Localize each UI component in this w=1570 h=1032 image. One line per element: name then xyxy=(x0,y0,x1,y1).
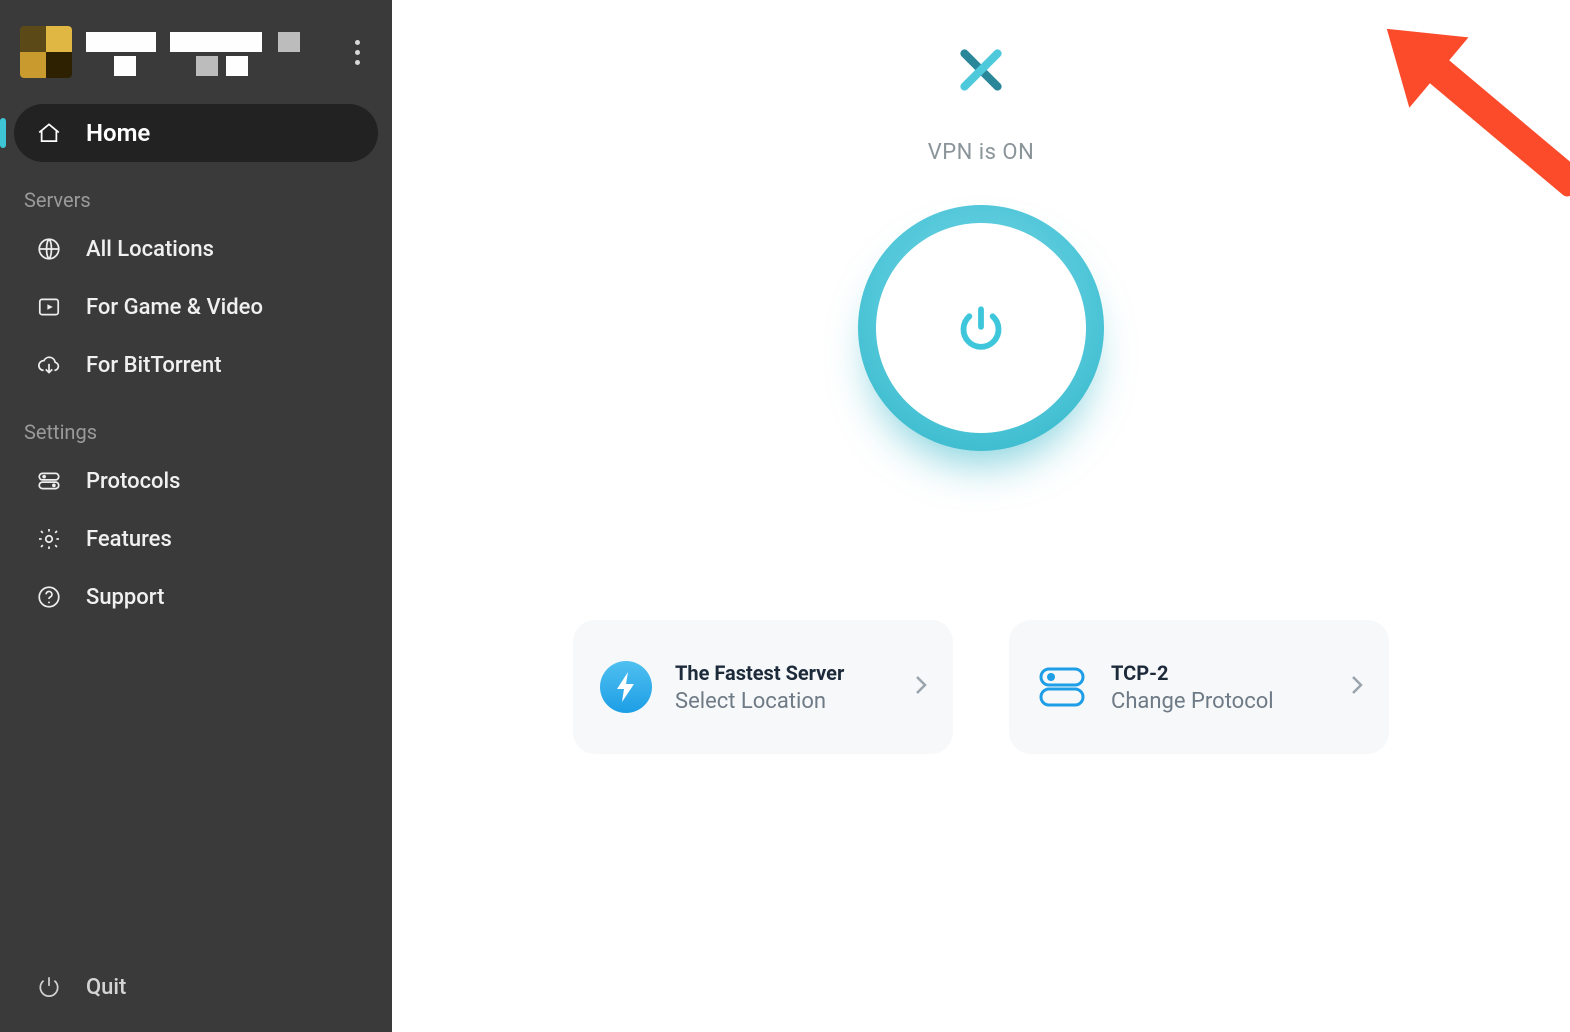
section-label-servers: Servers xyxy=(0,162,392,220)
protocol-card-title: TCP-2 xyxy=(1111,661,1274,685)
home-icon xyxy=(36,120,62,146)
account-name-redacted xyxy=(86,32,342,72)
gear-icon xyxy=(36,526,62,552)
bolt-icon xyxy=(599,660,653,714)
sidebar-item-label: Support xyxy=(86,585,164,610)
sidebar-item-quit[interactable]: Quit xyxy=(0,952,392,1022)
annotation-arrow xyxy=(1407,41,1570,199)
avatar xyxy=(20,26,72,78)
chevron-right-icon xyxy=(1351,675,1363,699)
location-card-subtitle: Select Location xyxy=(675,689,844,714)
account-menu-button[interactable] xyxy=(342,32,372,72)
sidebar-item-label: Quit xyxy=(86,975,126,1000)
power-icon xyxy=(36,974,62,1000)
sidebar-item-features[interactable]: Features xyxy=(0,510,392,568)
section-label-settings: Settings xyxy=(0,394,392,452)
location-card-title: The Fastest Server xyxy=(675,661,844,685)
sidebar-item-label: For BitTorrent xyxy=(86,353,222,378)
sidebar-item-bittorrent[interactable]: For BitTorrent xyxy=(0,336,392,394)
sidebar-item-support[interactable]: Support xyxy=(0,568,392,626)
app-logo xyxy=(959,48,1003,92)
sidebar-item-label: Features xyxy=(86,527,172,552)
globe-icon xyxy=(36,236,62,262)
sidebar-item-protocols[interactable]: Protocols xyxy=(0,452,392,510)
sidebar-item-label: Protocols xyxy=(86,469,180,494)
toggle-icon xyxy=(1035,660,1089,714)
account-header[interactable] xyxy=(0,0,392,104)
sidebar-item-game-video[interactable]: For Game & Video xyxy=(0,278,392,336)
help-icon xyxy=(36,584,62,610)
sidebar-item-home[interactable]: Home xyxy=(14,104,378,162)
power-icon xyxy=(876,223,1086,433)
chevron-right-icon xyxy=(915,675,927,699)
protocol-card-subtitle: Change Protocol xyxy=(1111,689,1274,714)
quick-cards-row: The Fastest Server Select Location TCP-2… xyxy=(392,620,1570,754)
cloud-download-icon xyxy=(36,352,62,378)
sidebar-item-label: All Locations xyxy=(86,237,214,262)
play-rect-icon xyxy=(36,294,62,320)
vpn-toggle-button[interactable] xyxy=(858,205,1104,451)
vpn-status-text: VPN is ON xyxy=(928,140,1035,165)
sidebar-item-label: For Game & Video xyxy=(86,295,263,320)
switches-icon xyxy=(36,468,62,494)
select-location-card[interactable]: The Fastest Server Select Location xyxy=(573,620,953,754)
sidebar: Home Servers All Locations For Game & Vi… xyxy=(0,0,392,1032)
sidebar-item-all-locations[interactable]: All Locations xyxy=(0,220,392,278)
sidebar-item-label: Home xyxy=(86,119,150,147)
main-panel: VPN is ON The Fastest Server Select Loca… xyxy=(392,0,1570,1032)
change-protocol-card[interactable]: TCP-2 Change Protocol xyxy=(1009,620,1389,754)
